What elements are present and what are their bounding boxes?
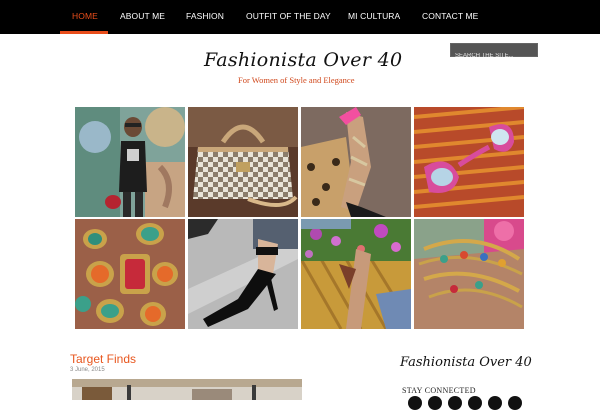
- twitter-icon[interactable]: [428, 396, 442, 410]
- logo-tagline: For Women of Style and Elegance: [238, 75, 355, 85]
- search-box: [450, 43, 538, 62]
- photo-tile-black-heels[interactable]: [188, 219, 298, 329]
- nav-home[interactable]: HOME: [72, 11, 98, 25]
- photo-tile-bracelets[interactable]: [414, 219, 524, 329]
- photo-tile-handbag[interactable]: [188, 107, 298, 217]
- logo-title: Fashionista Over 40: [204, 49, 403, 71]
- post-title[interactable]: Target Finds: [70, 352, 136, 366]
- active-nav-indicator: [60, 31, 108, 34]
- photo-tile-sunglasses[interactable]: [414, 107, 524, 217]
- nav-about-me[interactable]: ABOUT ME: [120, 11, 165, 25]
- site-logo[interactable]: Fashionista Over 40 For Women of Style a…: [190, 43, 412, 89]
- sidebar-logo: Fashionista Over 40: [400, 355, 532, 370]
- nav-outfit-of-the-day[interactable]: OUTFIT OF THE DAY: [246, 11, 331, 25]
- google-plus-icon[interactable]: [488, 396, 502, 410]
- search-input[interactable]: [451, 50, 537, 62]
- stay-connected-heading: STAY CONNECTED: [402, 386, 476, 395]
- photo-tile-necklace[interactable]: [75, 219, 185, 329]
- photo-tile-pink-heels[interactable]: [301, 107, 411, 217]
- nav-fashion[interactable]: FASHION: [186, 11, 224, 25]
- photo-tile-deck-flowers[interactable]: [301, 219, 411, 329]
- post-featured-image[interactable]: [72, 379, 302, 400]
- top-navigation-bar: HOME ABOUT ME FASHION OUTFIT OF THE DAY …: [0, 0, 600, 34]
- nav-mi-cultura[interactable]: MI CULTURA: [348, 11, 400, 25]
- instagram-icon[interactable]: [448, 396, 462, 410]
- pinterest-icon[interactable]: [468, 396, 482, 410]
- nav-contact-me[interactable]: CONTACT ME: [422, 11, 478, 25]
- photo-grid: [75, 107, 525, 329]
- rss-icon[interactable]: [508, 396, 522, 410]
- post-date: 3 June, 2015: [70, 367, 105, 373]
- facebook-icon[interactable]: [408, 396, 422, 410]
- photo-tile-woman-outfit[interactable]: [75, 107, 185, 217]
